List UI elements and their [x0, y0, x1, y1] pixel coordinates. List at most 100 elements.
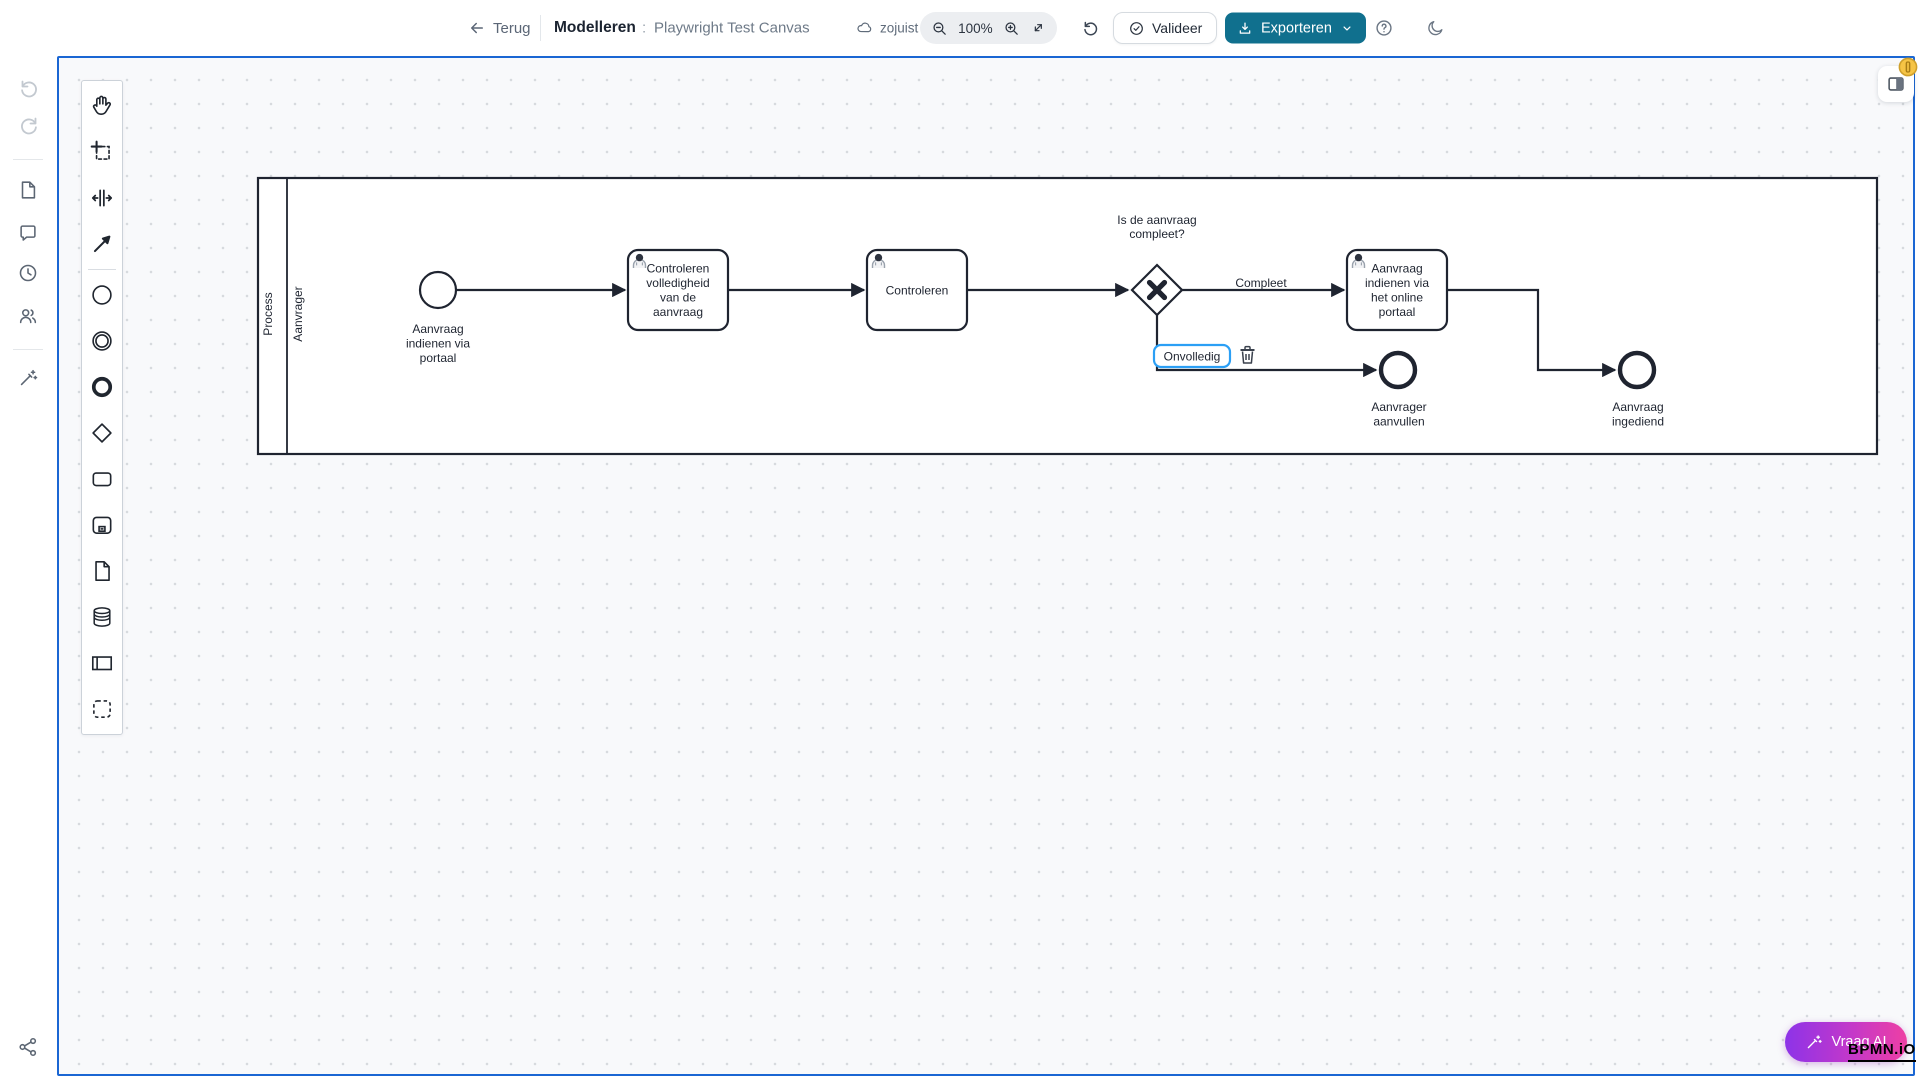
magic-wand-icon: [1805, 1033, 1823, 1051]
sidebar-divider: [13, 159, 43, 160]
svg-text:Controleren: Controleren: [886, 284, 949, 298]
end-event-supplement[interactable]: [1381, 353, 1415, 387]
svg-text:het online: het online: [1371, 291, 1423, 305]
end-event-submitted[interactable]: [1620, 353, 1654, 387]
share-button[interactable]: [17, 1036, 41, 1060]
data-store-icon: [89, 604, 115, 630]
check-circle-icon: [1128, 20, 1145, 37]
history-button[interactable]: [17, 262, 41, 286]
comments-button[interactable]: [17, 222, 41, 246]
zoom-out-button[interactable]: [931, 20, 948, 37]
download-icon: [1237, 20, 1253, 36]
fit-viewport-icon: [1030, 20, 1046, 36]
validate-button[interactable]: Valideer: [1113, 12, 1217, 44]
chevron-down-icon: [1340, 21, 1354, 35]
hand-tool[interactable]: [82, 83, 122, 129]
back-button[interactable]: Terug: [468, 19, 531, 37]
help-button[interactable]: [1374, 18, 1394, 38]
zoom-out-icon: [931, 20, 948, 37]
intermediate-event-icon: [89, 328, 115, 354]
sidebar-divider: [13, 349, 43, 350]
lasso-tool-icon: [89, 139, 115, 165]
hand-tool-icon: [89, 93, 115, 119]
svg-text:volledigheid: volledigheid: [646, 276, 709, 290]
create-group[interactable]: [82, 686, 122, 732]
end-event-icon: [89, 374, 115, 400]
export-button[interactable]: Exporteren: [1225, 13, 1366, 44]
collaborators-button[interactable]: [17, 305, 41, 329]
svg-text:aanvullen: aanvullen: [1373, 415, 1424, 429]
svg-text:Onvolledig: Onvolledig: [1164, 350, 1221, 364]
bpmn-canvas[interactable]: Process Aanvrager Aanvraag indienen via …: [57, 56, 1915, 1076]
fit-viewport-button[interactable]: [1030, 20, 1046, 36]
svg-text:Aanvraag: Aanvraag: [1371, 262, 1422, 276]
task-check-completeness[interactable]: Controleren volledigheid van de aanvraag: [628, 250, 728, 330]
create-end-event[interactable]: [82, 364, 122, 410]
title-separator: :: [642, 20, 646, 37]
export-label: Exporteren: [1261, 20, 1332, 36]
start-event[interactable]: [420, 272, 456, 308]
create-data-store[interactable]: [82, 594, 122, 640]
svg-text:portaal: portaal: [1379, 305, 1416, 319]
dark-mode-toggle[interactable]: [1426, 19, 1445, 38]
redo-button[interactable]: [17, 113, 41, 137]
global-connect-tool[interactable]: [82, 221, 122, 267]
credits-badge[interactable]: [1898, 57, 1918, 77]
undo-icon: [17, 76, 41, 100]
svg-text:Aanvraag: Aanvraag: [1612, 400, 1663, 414]
create-participant[interactable]: [82, 640, 122, 686]
toolbar-divider: [540, 15, 541, 41]
zoom-level[interactable]: 100%: [958, 21, 993, 36]
svg-text:Controleren: Controleren: [647, 262, 710, 276]
group-icon: [89, 696, 115, 722]
pool-label: Process: [261, 292, 275, 335]
undo-button[interactable]: [17, 76, 41, 100]
flow-compleet-label[interactable]: Compleet: [1235, 276, 1287, 290]
svg-text:indienen via: indienen via: [1365, 276, 1429, 290]
create-task[interactable]: [82, 456, 122, 502]
validate-label: Valideer: [1152, 20, 1202, 36]
save-status-text: zojuist: [880, 21, 918, 36]
zoom-in-icon: [1003, 20, 1020, 37]
bpmn-modeler-app: Terug Modelleren : Playwright Test Canva…: [0, 0, 1920, 1080]
create-subprocess[interactable]: [82, 502, 122, 548]
file-icon: [17, 179, 39, 201]
end-event-supplement-label[interactable]: Aanvrager aanvullen: [1371, 400, 1426, 429]
bpmn-diagram: Process Aanvrager Aanvraag indienen via …: [59, 58, 1911, 1072]
space-tool[interactable]: [82, 175, 122, 221]
app-sidebar: [0, 56, 57, 1080]
svg-text:Is de aanvraag: Is de aanvraag: [1117, 213, 1196, 227]
zoom-in-button[interactable]: [1003, 20, 1020, 37]
magic-wand-icon: [17, 367, 39, 389]
share-icon: [17, 1036, 39, 1058]
create-data-object[interactable]: [82, 548, 122, 594]
svg-text:compleet?: compleet?: [1129, 227, 1185, 241]
bpmn-io-logo[interactable]: BPMN.iO: [1848, 1042, 1916, 1062]
ai-tools-button[interactable]: [17, 367, 41, 391]
reset-view-icon: [1081, 19, 1100, 38]
files-button[interactable]: [17, 179, 41, 203]
clock-icon: [17, 262, 39, 284]
palette-divider: [88, 269, 116, 270]
back-label: Terug: [493, 20, 531, 37]
end-event-submitted-label[interactable]: Aanvraag ingediend: [1612, 400, 1664, 429]
task-icon: [89, 466, 115, 492]
document-title[interactable]: Playwright Test Canvas: [654, 20, 810, 37]
create-start-event[interactable]: [82, 272, 122, 318]
lasso-tool[interactable]: [82, 129, 122, 175]
flow-onvolledig-label-editbox[interactable]: Onvolledig: [1154, 345, 1230, 367]
create-gateway[interactable]: [82, 410, 122, 456]
top-toolbar: Terug Modelleren : Playwright Test Canva…: [0, 0, 1920, 56]
svg-text:aanvraag: aanvraag: [653, 305, 703, 319]
help-icon: [1374, 18, 1394, 38]
comment-icon: [17, 222, 39, 244]
reset-view-button[interactable]: [1081, 19, 1100, 38]
task-review[interactable]: Controleren: [867, 250, 967, 330]
lane-label: Aanvrager: [291, 286, 305, 341]
back-arrow-icon: [468, 19, 486, 37]
task-submit-online[interactable]: Aanvraag indienen via het online portaal: [1347, 250, 1447, 330]
data-object-icon: [89, 558, 115, 584]
create-intermediate-event[interactable]: [82, 318, 122, 364]
gateway-icon: [89, 420, 115, 446]
start-event-icon: [89, 282, 115, 308]
